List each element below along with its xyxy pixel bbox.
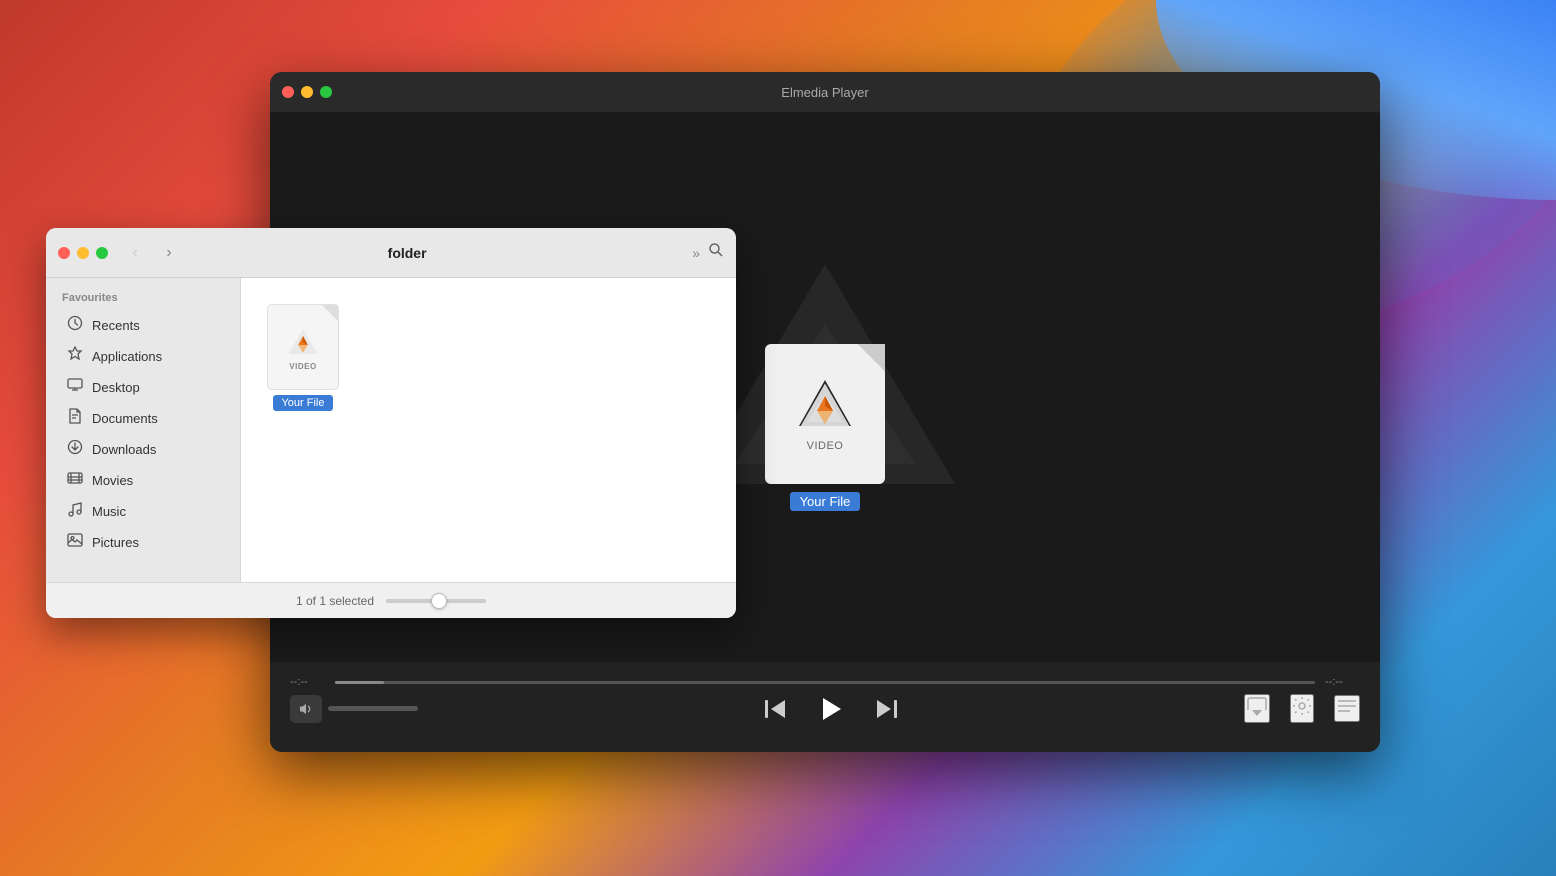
recents-icon	[66, 315, 84, 336]
finder-window: ‹ › folder » Favourites Recents	[46, 228, 736, 618]
time-start: --:--	[290, 676, 325, 688]
previous-icon	[763, 698, 787, 720]
volume-group	[290, 695, 418, 723]
player-controls: --:-- --:--	[270, 662, 1380, 752]
player-file-icon-container: VIDEO	[765, 344, 885, 484]
finder-file-name-badge: Your File	[273, 395, 332, 411]
sidebar-item-applications[interactable]: Applications	[50, 341, 236, 372]
finder-more-button[interactable]: »	[692, 245, 700, 261]
sidebar-label-applications: Applications	[92, 349, 220, 364]
finder-maximize-button[interactable]	[96, 247, 108, 259]
finder-file-icon: VIDEO	[267, 304, 339, 390]
sidebar-label-desktop: Desktop	[92, 380, 220, 395]
finder-sidebar: Favourites Recents Applications	[46, 278, 241, 582]
finder-close-button[interactable]	[58, 247, 70, 259]
volume-icon	[298, 702, 314, 716]
finder-statusbar: 1 of 1 selected	[46, 582, 736, 618]
airplay-icon	[1246, 696, 1268, 716]
sidebar-label-movies: Movies	[92, 473, 220, 488]
music-icon	[66, 501, 84, 522]
progress-fill	[335, 681, 384, 684]
progress-row: --:-- --:--	[290, 662, 1360, 694]
player-close-button[interactable]	[282, 86, 294, 98]
finder-minimize-button[interactable]	[77, 247, 89, 259]
finder-titlebar: ‹ › folder »	[46, 228, 736, 278]
sidebar-label-recents: Recents	[92, 318, 220, 333]
finder-window-controls	[58, 247, 108, 259]
play-icon	[817, 695, 845, 723]
player-file-name-badge: Your File	[790, 492, 861, 511]
sidebar-item-recents[interactable]: Recents	[50, 310, 236, 341]
search-icon	[708, 242, 724, 258]
volume-button[interactable]	[290, 695, 322, 723]
controls-row	[290, 694, 1360, 733]
gear-icon	[1292, 696, 1312, 716]
sidebar-item-documents[interactable]: Documents	[50, 403, 236, 434]
file-corner-fold-small	[322, 305, 338, 321]
documents-icon	[66, 408, 84, 429]
time-end: --:--	[1325, 676, 1360, 688]
elmedia-logo-small	[285, 324, 321, 360]
play-button[interactable]	[817, 695, 845, 723]
sidebar-section-title: Favourites	[46, 292, 240, 310]
sidebar-label-pictures: Pictures	[92, 535, 220, 550]
finder-file-type-label: VIDEO	[289, 362, 316, 371]
sidebar-label-music: Music	[92, 504, 220, 519]
sidebar-label-documents: Documents	[92, 411, 220, 426]
finder-file-item[interactable]: VIDEO Your File	[261, 298, 345, 417]
sidebar-label-downloads: Downloads	[92, 442, 220, 457]
icon-size-slider[interactable]	[386, 599, 486, 603]
player-titlebar: Elmedia Player	[270, 72, 1380, 112]
playlist-icon	[1336, 697, 1358, 715]
finder-search-button[interactable]	[708, 242, 724, 263]
finder-folder-title: folder	[130, 245, 684, 261]
next-icon	[875, 698, 899, 720]
applications-icon	[66, 346, 84, 367]
player-file-icon: VIDEO Your File	[765, 284, 885, 511]
center-controls	[763, 695, 899, 723]
elmedia-logo-large	[795, 376, 855, 436]
sidebar-item-music[interactable]: Music	[50, 496, 236, 527]
slider-track	[386, 599, 486, 603]
right-controls	[1244, 694, 1360, 723]
pictures-icon	[66, 532, 84, 553]
movies-icon	[66, 470, 84, 491]
file-corner-fold	[857, 344, 885, 372]
previous-button[interactable]	[763, 698, 787, 720]
player-maximize-button[interactable]	[320, 86, 332, 98]
player-title: Elmedia Player	[781, 85, 868, 100]
sidebar-item-downloads[interactable]: Downloads	[50, 434, 236, 465]
next-button[interactable]	[875, 698, 899, 720]
statusbar-text: 1 of 1 selected	[296, 594, 374, 608]
downloads-icon	[66, 439, 84, 460]
settings-button[interactable]	[1290, 694, 1314, 723]
playlist-button[interactable]	[1334, 695, 1360, 722]
desktop-icon	[66, 377, 84, 398]
volume-slider[interactable]	[328, 706, 418, 711]
player-file-type-label: VIDEO	[807, 440, 844, 452]
sidebar-item-pictures[interactable]: Pictures	[50, 527, 236, 558]
sidebar-item-desktop[interactable]: Desktop	[50, 372, 236, 403]
airplay-button[interactable]	[1244, 694, 1270, 723]
player-window-controls	[282, 86, 332, 98]
progress-bar[interactable]	[335, 681, 1315, 684]
finder-body: Favourites Recents Applications	[46, 278, 736, 582]
slider-thumb	[431, 593, 447, 609]
player-minimize-button[interactable]	[301, 86, 313, 98]
sidebar-item-movies[interactable]: Movies	[50, 465, 236, 496]
finder-files-area: VIDEO Your File	[241, 278, 736, 582]
